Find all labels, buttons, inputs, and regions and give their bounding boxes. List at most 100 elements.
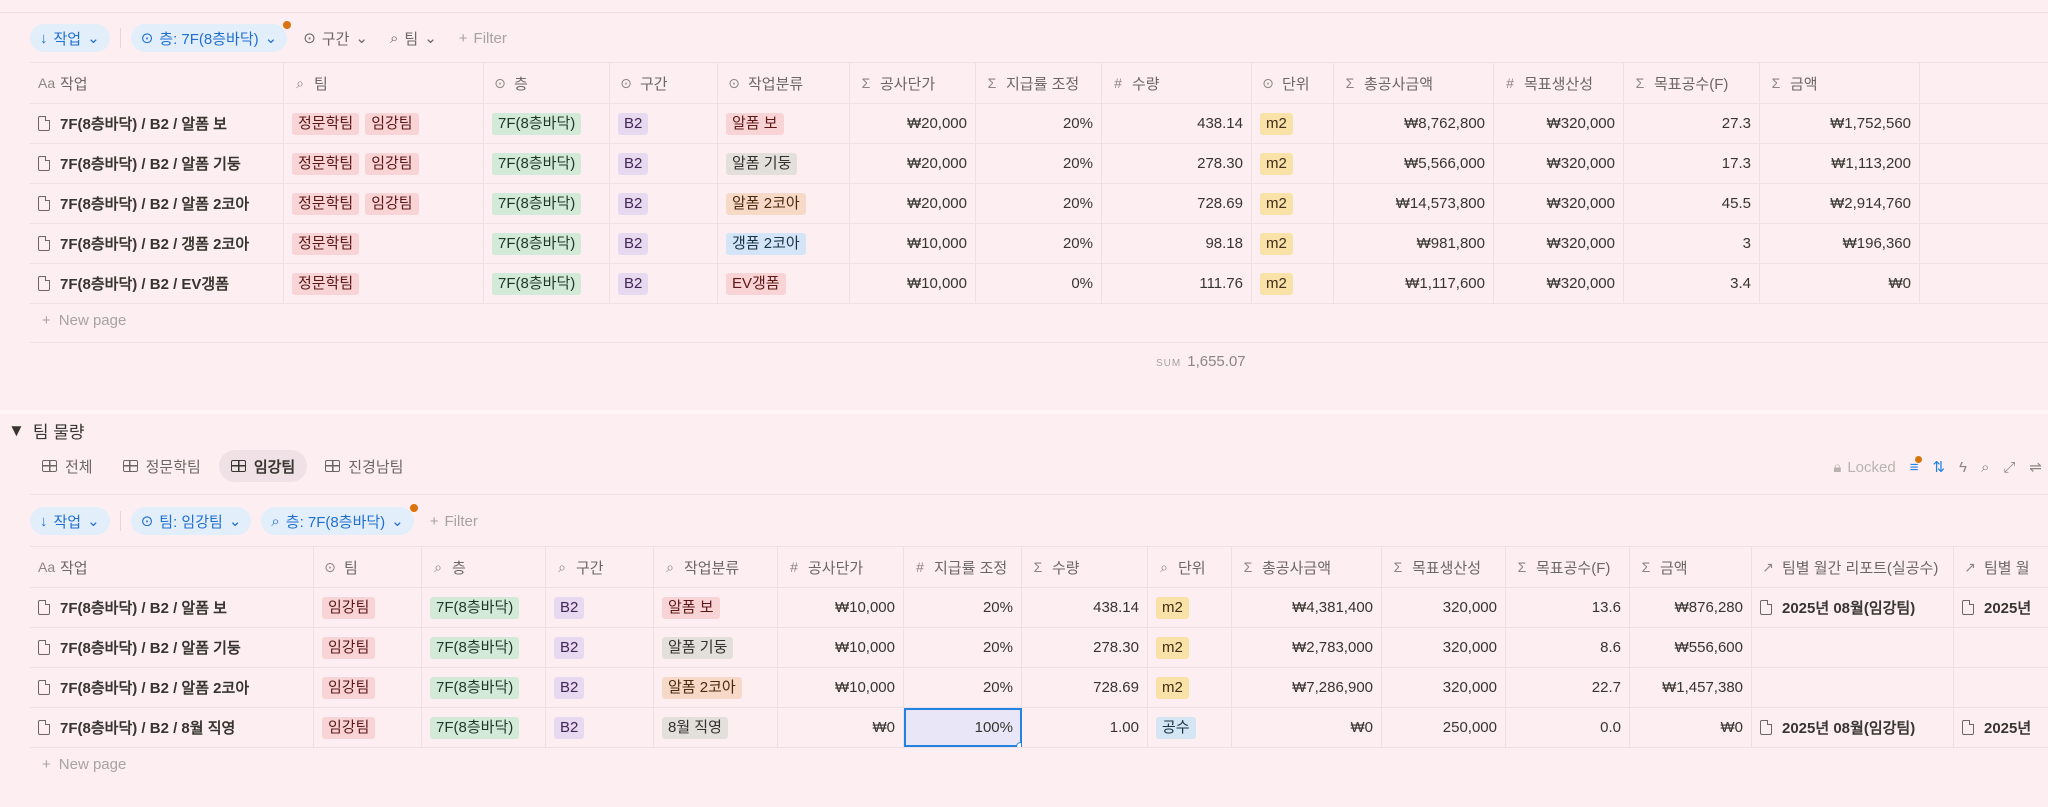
task-title[interactable]: 7F(8층바닥) / B2 / 알폼 기둥 (30, 628, 314, 667)
category-cell[interactable]: 알폼 기둥 (718, 144, 850, 183)
column-header[interactable]: # 지급률 조정 (904, 547, 1022, 587)
add-filter-button[interactable]: + Filter (424, 507, 484, 535)
report-link[interactable]: 2025년 (1984, 597, 2031, 618)
team-cell[interactable]: 임강팀 (314, 708, 422, 747)
column-header[interactable]: Σ 총공사금액 (1334, 63, 1494, 103)
unit-cell[interactable]: m2 (1252, 184, 1334, 223)
view-tab[interactable]: 전체 (30, 450, 105, 482)
table-row[interactable]: 7F(8층바닥) / B2 / 알폼 2코아 정문학팀 임강팀 7F(8층바닥) B2 알… (30, 184, 2048, 224)
column-header[interactable]: ⊙ 팀 (314, 547, 422, 587)
amount-cell[interactable]: ₩1,457,380 (1630, 668, 1752, 707)
column-header[interactable]: Σ 수량 (1022, 547, 1148, 587)
column-header[interactable]: Σ 총공사금액 (1232, 547, 1382, 587)
productivity-cell[interactable]: 320,000 (1382, 588, 1506, 627)
manhours-cell[interactable]: 45.5 (1624, 184, 1760, 223)
manhours-cell[interactable]: 27.3 (1624, 104, 1760, 143)
manhours-cell[interactable]: 22.7 (1506, 668, 1630, 707)
floor-filter-pill[interactable]: ⌕ 층: 7F(8층바닥) ⌄ (261, 504, 418, 535)
task-title[interactable]: 7F(8층바닥) / B2 / 알폼 2코아 (30, 668, 314, 707)
column-header[interactable]: Σ 목표생산성 (1382, 547, 1506, 587)
column-header[interactable]: ↗ 팀별 월 (1954, 547, 2048, 587)
rate-cell[interactable]: 100% (904, 708, 1022, 747)
rate-cell[interactable]: 20% (904, 588, 1022, 627)
total-cell[interactable]: ₩981,800 (1334, 224, 1494, 263)
floor-cell[interactable]: 7F(8층바닥) (484, 144, 610, 183)
section-cell[interactable]: B2 (610, 264, 718, 303)
category-cell[interactable]: 알폼 기둥 (654, 628, 778, 667)
report-relation-cell-2[interactable] (1954, 628, 2048, 667)
add-filter-button[interactable]: + Filter (453, 24, 513, 52)
qty-cell[interactable]: 728.69 (1102, 184, 1252, 223)
unit-cell[interactable]: m2 (1252, 264, 1334, 303)
column-header[interactable]: ↗ 팀별 월간 리포트(실공수) (1752, 547, 1954, 587)
column-header[interactable]: ⊙ 구간 (610, 63, 718, 103)
category-cell[interactable]: 갱폼 2코아 (718, 224, 850, 263)
report-relation-cell[interactable]: 2025년 08월(임강팀) (1752, 708, 1954, 747)
amount-cell[interactable]: ₩556,600 (1630, 628, 1752, 667)
task-title[interactable]: 7F(8층바닥) / B2 / EV갱폼 (30, 264, 284, 303)
floor-cell[interactable]: 7F(8층바닥) (484, 184, 610, 223)
table-row[interactable]: 7F(8층바닥) / B2 / 알폼 보 정문학팀 임강팀 7F(8층바닥) B2 알폼 … (30, 104, 2048, 144)
amount-cell[interactable]: ₩0 (1630, 708, 1752, 747)
team-cell[interactable]: 정문학팀 임강팀 (284, 144, 484, 183)
price-cell[interactable]: ₩10,000 (778, 628, 904, 667)
column-header[interactable]: Σ 목표공수(F) (1624, 63, 1760, 103)
lightning-icon[interactable]: ϟ (1959, 459, 1967, 476)
column-header[interactable]: ⌕ 구간 (546, 547, 654, 587)
team-cell[interactable]: 정문학팀 (284, 264, 484, 303)
unit-cell[interactable]: m2 (1148, 628, 1232, 667)
table-row[interactable]: 7F(8층바닥) / B2 / 알폼 2코아 임강팀 7F(8층바닥) B2 알폼 2코… (30, 668, 2048, 708)
productivity-cell[interactable]: ₩320,000 (1494, 104, 1624, 143)
section-filter[interactable]: ⊙ 구간 ⌄ (297, 24, 374, 52)
manhours-cell[interactable]: 3 (1624, 224, 1760, 263)
view-tab[interactable]: 진경남팀 (313, 450, 415, 482)
rate-cell[interactable]: 20% (976, 144, 1102, 183)
team-cell[interactable]: 정문학팀 임강팀 (284, 104, 484, 143)
section-cell[interactable]: B2 (610, 144, 718, 183)
task-title[interactable]: 7F(8층바닥) / B2 / 알폼 2코아 (30, 184, 284, 223)
new-page-button[interactable]: + New page (42, 756, 126, 773)
task-title[interactable]: 7F(8층바닥) / B2 / 8월 직영 (30, 708, 314, 747)
floor-cell[interactable]: 7F(8층바닥) (484, 264, 610, 303)
amount-cell[interactable]: ₩0 (1760, 264, 1920, 303)
total-cell[interactable]: ₩14,573,800 (1334, 184, 1494, 223)
price-cell[interactable]: ₩10,000 (778, 668, 904, 707)
settings-sliders-icon[interactable]: ⇌ (2029, 458, 2042, 476)
report-relation-cell[interactable]: 2025년 08월(임강팀) (1752, 588, 1954, 627)
column-header[interactable]: Σ 목표공수(F) (1506, 547, 1630, 587)
unit-cell[interactable]: m2 (1252, 224, 1334, 263)
column-header[interactable]: ⊙ 단위 (1252, 63, 1334, 103)
team-cell[interactable]: 임강팀 (314, 628, 422, 667)
floor-cell[interactable]: 7F(8층바닥) (484, 104, 610, 143)
price-cell[interactable]: ₩10,000 (850, 224, 976, 263)
expand-icon[interactable]: ⤢ (2003, 459, 2015, 476)
section-cell[interactable]: B2 (610, 224, 718, 263)
task-title[interactable]: 7F(8층바닥) / B2 / 알폼 보 (30, 104, 284, 143)
productivity-cell[interactable]: 250,000 (1382, 708, 1506, 747)
report-link[interactable]: 2025년 (1984, 717, 2031, 738)
category-cell[interactable]: 알폼 2코아 (718, 184, 850, 223)
unit-cell[interactable]: 공수 (1148, 708, 1232, 747)
floor-cell[interactable]: 7F(8층바닥) (422, 708, 546, 747)
amount-cell[interactable]: ₩1,113,200 (1760, 144, 1920, 183)
section-cell[interactable]: B2 (546, 708, 654, 747)
column-header[interactable]: Aa 작업 (30, 63, 284, 103)
total-cell[interactable]: ₩1,117,600 (1334, 264, 1494, 303)
section-cell[interactable]: B2 (546, 588, 654, 627)
table-row[interactable]: 7F(8층바닥) / B2 / 알폼 기둥 임강팀 7F(8층바닥) B2 알폼 기둥 ₩… (30, 628, 2048, 668)
manhours-cell[interactable]: 13.6 (1506, 588, 1630, 627)
task-title[interactable]: 7F(8층바닥) / B2 / 갱폼 2코아 (30, 224, 284, 263)
column-header[interactable]: Σ 금액 (1630, 547, 1752, 587)
column-header[interactable]: ⊙ 작업분류 (718, 63, 850, 103)
price-cell[interactable]: ₩20,000 (850, 184, 976, 223)
qty-cell[interactable]: 438.14 (1022, 588, 1148, 627)
productivity-cell[interactable]: 320,000 (1382, 668, 1506, 707)
price-cell[interactable]: ₩10,000 (850, 264, 976, 303)
filter-icon[interactable]: ≡ (1910, 455, 1923, 476)
report-relation-cell-2[interactable]: 2025년 (1954, 708, 2048, 747)
column-header[interactable]: # 수량 (1102, 63, 1252, 103)
unit-cell[interactable]: m2 (1252, 104, 1334, 143)
section-cell[interactable]: B2 (546, 668, 654, 707)
unit-cell[interactable]: m2 (1148, 668, 1232, 707)
team-filter[interactable]: ⌕ 팀 ⌄ (384, 24, 443, 52)
